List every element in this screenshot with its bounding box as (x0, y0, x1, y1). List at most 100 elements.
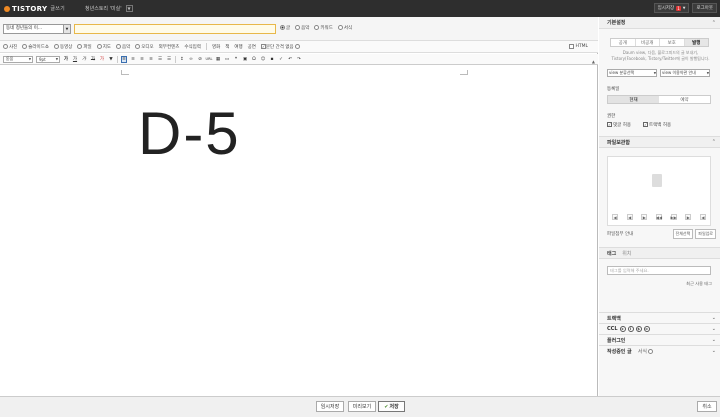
quote-icon[interactable]: ❝ (233, 56, 239, 63)
scroll-up-icon[interactable]: ▲ (592, 59, 595, 64)
draft-save-button[interactable]: 임시저장 (316, 401, 344, 412)
numbered-list-icon[interactable]: ☰ (166, 56, 172, 63)
file-nav-button[interactable]: ▶ (685, 214, 692, 220)
align-right-icon[interactable]: ≡ (139, 56, 145, 63)
hr-icon[interactable]: ▭ (224, 56, 230, 63)
no-spacing-toggle[interactable]: ✓문단 간격 없음 (260, 43, 301, 50)
insert-music-button[interactable]: 음악 (115, 43, 130, 50)
visibility-private[interactable]: 비공개 (635, 39, 660, 46)
file-guide-link[interactable]: 파일첨부 안내 (607, 231, 633, 237)
italic-button[interactable]: 가 (81, 56, 87, 63)
title-input[interactable] (74, 24, 276, 34)
insert-external-button[interactable]: 외부컨텐츠 (159, 44, 180, 50)
view-category-select[interactable]: view 분류선택 ▼ (607, 69, 657, 77)
insert-photo-button[interactable]: 사진 (3, 43, 17, 50)
basic-settings-header[interactable]: 기본설정 ⌃ (599, 17, 720, 29)
cancel-button[interactable]: 취소 (697, 401, 717, 412)
logo-text: TISTORY (12, 4, 48, 13)
font-size-select[interactable]: 9pt ▼ (36, 55, 60, 63)
embed-show-button[interactable]: 공연 (248, 44, 256, 50)
url-icon[interactable]: URL (206, 56, 213, 63)
preview-button[interactable]: 미리보기 (348, 401, 376, 412)
register-schedule[interactable]: 예약 (659, 96, 710, 103)
more-icon[interactable]: ▪ (269, 56, 275, 63)
underline-button[interactable]: 가 (72, 56, 78, 63)
insert-formula-button[interactable]: 수식입력 (184, 44, 201, 50)
spellcheck-icon[interactable]: ✓ (278, 56, 284, 63)
file-icon (77, 43, 83, 49)
file-nav-button[interactable]: ▶▶ (671, 214, 677, 220)
undo-icon[interactable]: ↶ (287, 56, 293, 63)
blog-switch-dropdown[interactable]: ▼ (125, 5, 133, 12)
insert-video-button[interactable]: 동영상 (53, 43, 72, 50)
post-type-template[interactable]: 서식 (337, 25, 352, 31)
visibility-publish[interactable]: 발행 (684, 39, 708, 46)
link-icon[interactable]: ∞ (188, 56, 194, 63)
editor-content[interactable]: D-5 (138, 104, 241, 164)
html-mode-toggle[interactable]: HTML (569, 44, 588, 49)
embed-book-button[interactable]: 책 (225, 44, 229, 50)
category-select[interactable]: 동네 청년들의 이... ▼ (3, 24, 71, 34)
tag-input[interactable]: 태그를 입력해 주세요. (607, 266, 711, 275)
file-nav-button[interactable]: ▶ (641, 214, 648, 220)
visibility-public[interactable]: 공개 (611, 39, 636, 46)
view-terms-select[interactable]: view 이용약관 안내 ▼ (660, 69, 710, 77)
file-nav-button[interactable]: ◀ (626, 214, 633, 220)
ccl-section[interactable]: CCL c i $ = ⌄ (599, 323, 720, 334)
drafts-button[interactable]: 임시저장 1 ▼ (653, 3, 690, 13)
template-toggle[interactable]: 서식 (638, 348, 654, 355)
embed-movie-button[interactable]: 영화 (212, 44, 220, 50)
insert-audio-button[interactable]: 오디오 (135, 43, 154, 50)
file-nav-button[interactable]: ◀ (612, 214, 618, 220)
page-margin-mark (460, 70, 468, 75)
draft-count-badge: 1 (676, 5, 681, 11)
tistory-logo[interactable]: TISTORY 글쓰기 (4, 5, 65, 13)
plugin-section[interactable]: 플러그인 ⌄ (599, 334, 720, 345)
file-storage-header[interactable]: 파일보관함 ⌃ (599, 136, 720, 148)
trackback-section[interactable]: 트랙백 ⌄ (599, 312, 720, 323)
redo-icon[interactable]: ↷ (296, 56, 302, 63)
embed-travel-button[interactable]: 여행 (234, 44, 242, 50)
bullet-list-icon[interactable]: ☰ (157, 56, 163, 63)
emoticon-icon[interactable]: ☺ (260, 56, 266, 63)
visibility-protected[interactable]: 보호 (660, 39, 685, 46)
recent-tags-link[interactable]: 최근 사용 태그 (599, 281, 712, 287)
file-select-all-button[interactable]: 전체선택 (672, 229, 694, 239)
save-button[interactable]: ✔ 저장 (378, 401, 405, 412)
box-icon[interactable]: ▣ (242, 56, 248, 63)
bold-button[interactable]: 가 (63, 56, 69, 63)
allow-trackback-checkbox[interactable]: ✓ 트랙백 허용 (643, 122, 671, 128)
file-upload-button[interactable]: 파일업로 (695, 229, 716, 239)
font-family-select[interactable]: 돋움 ▼ (3, 55, 33, 63)
bg-color-icon[interactable]: ▼ (108, 56, 114, 63)
align-justify-icon[interactable]: ≡ (148, 56, 154, 63)
post-type-music[interactable]: 음악 (295, 25, 309, 31)
insert-file-button[interactable]: 파일 (77, 43, 92, 50)
post-type-keyword[interactable]: 키워드 (314, 25, 333, 31)
recent-posts-section[interactable]: 작성중인 글 서식 ⌄ (599, 345, 720, 356)
chevron-down-icon: ▼ (706, 71, 709, 75)
register-now[interactable]: 현재 (608, 96, 659, 103)
file-storage-box[interactable]: ◀ ◀ ▶ ◀◀ ▶▶ ▶ ◀ (607, 156, 711, 226)
insert-label: 지도 (102, 44, 111, 50)
chevron-down-icon: ⌄ (711, 326, 716, 332)
unlink-icon[interactable]: ⊘ (197, 56, 203, 63)
chevron-up-icon: ⌃ (711, 19, 716, 26)
post-type-text[interactable]: 글 (280, 25, 290, 31)
tab-location[interactable]: 위치 (622, 250, 631, 257)
align-center-icon[interactable]: ≡ (130, 56, 136, 63)
strikethrough-button[interactable]: 가 (90, 56, 96, 63)
line-height-icon[interactable]: ↕ (179, 56, 185, 63)
table-icon[interactable]: ▦ (215, 56, 221, 63)
logout-button[interactable]: 로그아웃 (692, 3, 717, 13)
special-char-icon[interactable]: Ω (251, 56, 257, 63)
insert-map-button[interactable]: 지도 (96, 43, 111, 50)
tab-tag[interactable]: 태그 (607, 250, 616, 257)
font-size-value: 9pt (39, 56, 46, 62)
allow-comment-checkbox[interactable]: ✓ 댓글 허용 (607, 122, 631, 128)
file-nav-button[interactable]: ◀◀ (656, 214, 662, 220)
text-color-button[interactable]: 가 (99, 56, 105, 63)
file-nav-button[interactable]: ◀ (699, 214, 706, 220)
insert-slideshow-button[interactable]: 슬라이드쇼 (22, 43, 49, 50)
align-left-icon[interactable]: ≡ (121, 55, 127, 63)
